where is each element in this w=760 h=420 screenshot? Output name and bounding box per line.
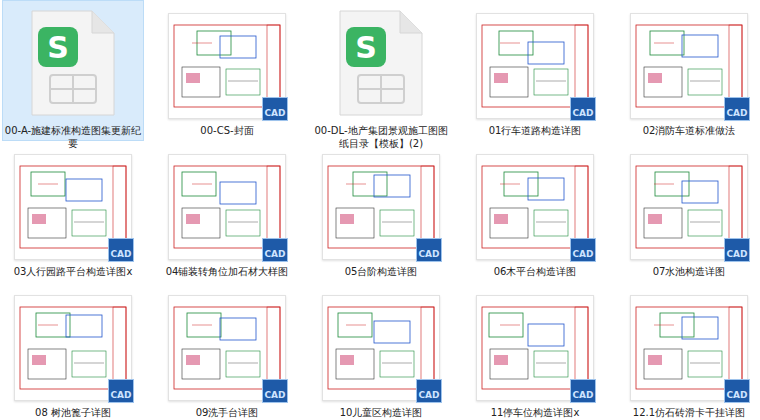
file-name: 02消防车道标准做法 — [619, 124, 759, 137]
file-thumbnail: CAD — [470, 283, 600, 401]
file-item[interactable]: CAD 09洗手台详图 — [156, 282, 298, 420]
file-name: 00-A-施建标准构造图集更新纪要 — [3, 124, 143, 150]
file-item[interactable]: CAD 04铺装转角位加石材大样图 — [156, 141, 298, 282]
file-name: 10儿童区构造详图 — [311, 406, 451, 419]
file-name: 00-DL-地产集团景观施工图图纸目录【模板】(2) — [311, 124, 451, 150]
cad-badge-icon: CAD — [262, 379, 288, 403]
file-thumbnail: S — [8, 1, 138, 119]
file-item[interactable]: CAD 11停车位构造详图x — [464, 282, 606, 420]
wps-document-icon: S — [28, 9, 118, 119]
file-grid: S00-A-施建标准构造图集更新纪要CAD00-CS-封面S00-DL-地产集团… — [0, 0, 760, 420]
file-name: 04铺装转角位加石材大样图 — [157, 265, 297, 278]
file-name: 01行车道路构造详图 — [465, 124, 605, 137]
file-item[interactable]: S00-DL-地产集团景观施工图图纸目录【模板】(2) — [310, 0, 452, 141]
cad-badge-icon: CAD — [570, 238, 596, 262]
file-name: 09洗手台详图 — [157, 406, 297, 419]
file-item[interactable]: CAD 02消防车道标准做法 — [618, 0, 760, 141]
file-thumbnail: S — [316, 1, 446, 119]
cad-badge-icon: CAD — [262, 238, 288, 262]
cad-badge-icon: CAD — [262, 97, 288, 121]
cad-badge-icon: CAD — [570, 97, 596, 121]
file-name: 07水池构造详图 — [619, 265, 759, 278]
cad-badge-icon: CAD — [108, 238, 134, 262]
file-thumbnail: CAD — [316, 142, 446, 260]
file-item[interactable]: CAD 06木平台构造详图 — [464, 141, 606, 282]
file-thumbnail: CAD — [8, 283, 138, 401]
file-thumbnail: CAD — [624, 142, 754, 260]
file-item[interactable]: CAD 10儿童区构造详图 — [310, 282, 452, 420]
file-thumbnail: CAD — [162, 142, 292, 260]
file-thumbnail: CAD — [162, 1, 292, 119]
wps-logo-icon: S — [38, 27, 78, 67]
cad-badge-icon: CAD — [724, 238, 750, 262]
file-thumbnail: CAD — [624, 1, 754, 119]
file-item[interactable]: S00-A-施建标准构造图集更新纪要 — [2, 0, 144, 141]
wps-document-icon: S — [336, 9, 426, 119]
file-thumbnail: CAD — [470, 142, 600, 260]
cad-badge-icon: CAD — [724, 379, 750, 403]
cad-badge-icon: CAD — [724, 97, 750, 121]
file-thumbnail: CAD — [624, 283, 754, 401]
file-name: 06木平台构造详图 — [465, 265, 605, 278]
file-thumbnail: CAD — [8, 142, 138, 260]
file-item[interactable]: CAD 00-CS-封面 — [156, 0, 298, 141]
cad-badge-icon: CAD — [416, 379, 442, 403]
cad-badge-icon: CAD — [570, 379, 596, 403]
cad-badge-icon: CAD — [416, 238, 442, 262]
file-item[interactable]: CAD 01行车道路构造详图 — [464, 0, 606, 141]
file-item[interactable]: CAD 12.1仿石砖滑卡干挂详图 — [618, 282, 760, 420]
wps-logo-icon: S — [346, 27, 386, 67]
file-item[interactable]: CAD 07水池构造详图 — [618, 141, 760, 282]
file-name: 03人行园路平台构造详图x — [3, 265, 143, 278]
file-thumbnail: CAD — [470, 1, 600, 119]
file-name: 00-CS-封面 — [157, 124, 297, 137]
file-name: 05台阶构造详图 — [311, 265, 451, 278]
file-thumbnail: CAD — [162, 283, 292, 401]
file-item[interactable]: CAD 05台阶构造详图 — [310, 141, 452, 282]
file-item[interactable]: CAD 03人行园路平台构造详图x — [2, 141, 144, 282]
file-name: 08 树池篦子详图 — [3, 406, 143, 419]
cad-badge-icon: CAD — [108, 379, 134, 403]
file-name: 12.1仿石砖滑卡干挂详图 — [619, 406, 759, 419]
file-item[interactable]: CAD 08 树池篦子详图 — [2, 282, 144, 420]
file-name: 11停车位构造详图x — [465, 406, 605, 419]
file-thumbnail: CAD — [316, 283, 446, 401]
